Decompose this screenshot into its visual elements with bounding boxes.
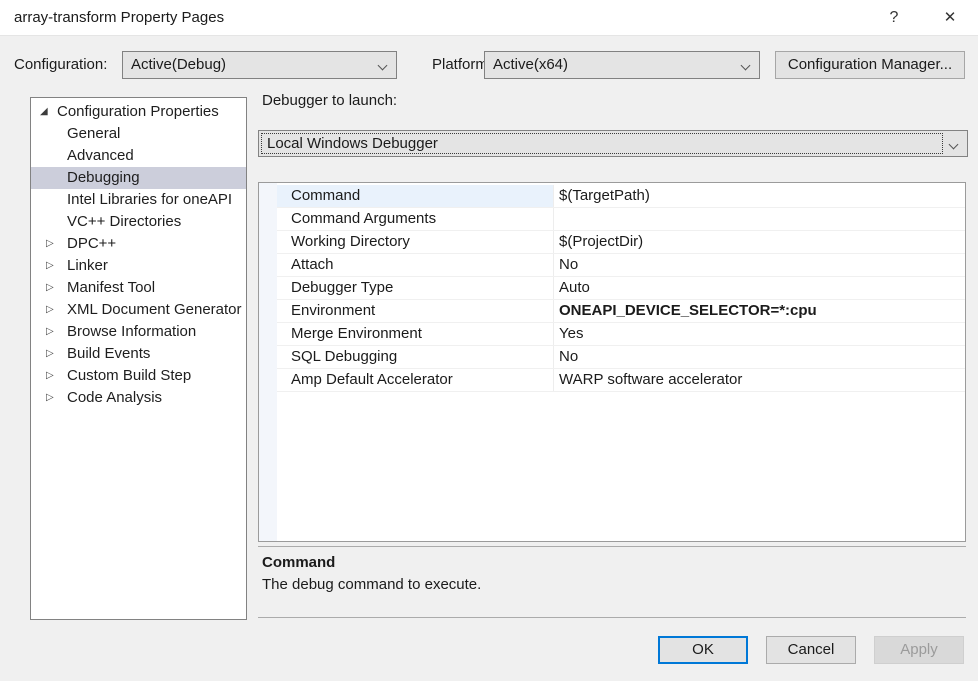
sidebar-item-label: Linker <box>67 255 108 277</box>
sidebar-item-label: Manifest Tool <box>67 277 155 299</box>
property-value[interactable]: ONEAPI_DEVICE_SELECTOR=*:cpu <box>555 300 965 322</box>
sidebar-item-label: Advanced <box>67 145 134 167</box>
configuration-dropdown-value: Active(Debug) <box>131 52 368 78</box>
sidebar-item-label: Build Events <box>67 343 150 365</box>
property-value[interactable] <box>555 208 965 230</box>
chevron-down-icon <box>949 140 959 150</box>
property-row-sql-debugging[interactable]: SQL Debugging No <box>277 346 965 369</box>
sidebar-item-configuration-properties[interactable]: ◢ Configuration Properties <box>31 101 246 123</box>
property-value[interactable]: $(ProjectDir) <box>555 231 965 253</box>
property-row-working-directory[interactable]: Working Directory $(ProjectDir) <box>277 231 965 254</box>
sidebar-item-label: General <box>67 123 120 145</box>
ok-button[interactable]: OK <box>658 636 748 664</box>
debugger-to-launch-label: Debugger to launch: <box>262 92 397 112</box>
sidebar-item-custom-build-step[interactable]: ▷ Custom Build Step <box>31 365 246 387</box>
sidebar-item-label: Configuration Properties <box>57 101 219 123</box>
property-row-merge-environment[interactable]: Merge Environment Yes <box>277 323 965 346</box>
property-name: Environment <box>277 300 554 322</box>
debugger-dropdown[interactable]: Local Windows Debugger <box>258 130 968 157</box>
property-grid-gutter <box>259 183 277 541</box>
property-name: SQL Debugging <box>277 346 554 368</box>
property-name: Debugger Type <box>277 277 554 299</box>
debugger-dropdown-value: Local Windows Debugger <box>267 131 939 156</box>
sidebar-item-browse-information[interactable]: ▷ Browse Information <box>31 321 246 343</box>
description-text: The debug command to execute. <box>262 576 481 593</box>
platform-dropdown-value: Active(x64) <box>493 52 731 78</box>
property-row-amp-default-accelerator[interactable]: Amp Default Accelerator WARP software ac… <box>277 369 965 392</box>
configuration-dropdown[interactable]: Active(Debug) <box>122 51 397 79</box>
sidebar-item-vcpp-directories[interactable]: VC++ Directories <box>31 211 246 233</box>
configuration-tree: ◢ Configuration Properties General Advan… <box>30 97 247 620</box>
sidebar-item-label: DPC++ <box>67 233 116 255</box>
property-pages-dialog: array-transform Property Pages ? ✕ Confi… <box>0 0 978 681</box>
property-row-environment[interactable]: Environment ONEAPI_DEVICE_SELECTOR=*:cpu <box>277 300 965 323</box>
collapsed-arrow-icon[interactable]: ▷ <box>46 387 54 409</box>
property-row-attach[interactable]: Attach No <box>277 254 965 277</box>
title-bar: array-transform Property Pages ? ✕ <box>0 0 978 36</box>
property-row-command-arguments[interactable]: Command Arguments <box>277 208 965 231</box>
sidebar-item-advanced[interactable]: Advanced <box>31 145 246 167</box>
sidebar-item-label: Intel Libraries for oneAPI <box>67 189 232 211</box>
sidebar-item-label: Code Analysis <box>67 387 162 409</box>
help-icon[interactable]: ? <box>874 0 914 36</box>
property-grid: Command $(TargetPath) Command Arguments … <box>258 182 966 542</box>
property-name: Attach <box>277 254 554 276</box>
configuration-label: Configuration: <box>14 51 107 79</box>
collapsed-arrow-icon[interactable]: ▷ <box>46 299 54 321</box>
property-name: Command Arguments <box>277 208 554 230</box>
property-value[interactable]: Auto <box>555 277 965 299</box>
property-row-command[interactable]: Command $(TargetPath) <box>277 185 965 208</box>
sidebar-item-xml-document-generator[interactable]: ▷ XML Document Generator <box>31 299 246 321</box>
platform-dropdown[interactable]: Active(x64) <box>484 51 760 79</box>
expanded-arrow-icon[interactable]: ◢ <box>40 101 48 123</box>
sidebar-item-label: Custom Build Step <box>67 365 191 387</box>
apply-button: Apply <box>874 636 964 664</box>
sidebar-item-code-analysis[interactable]: ▷ Code Analysis <box>31 387 246 409</box>
collapsed-arrow-icon[interactable]: ▷ <box>46 321 54 343</box>
property-name: Amp Default Accelerator <box>277 369 554 391</box>
property-name: Command <box>277 185 554 207</box>
sidebar-item-linker[interactable]: ▷ Linker <box>31 255 246 277</box>
sidebar-item-label: VC++ Directories <box>67 211 181 233</box>
sidebar-item-label: XML Document Generator <box>67 299 242 321</box>
description-title: Command <box>262 554 335 571</box>
sidebar-item-general[interactable]: General <box>31 123 246 145</box>
sidebar-item-dpcpp[interactable]: ▷ DPC++ <box>31 233 246 255</box>
sidebar-item-build-events[interactable]: ▷ Build Events <box>31 343 246 365</box>
property-name: Merge Environment <box>277 323 554 345</box>
close-icon[interactable]: ✕ <box>930 0 970 36</box>
platform-label: Platform: <box>432 51 492 79</box>
property-row-debugger-type[interactable]: Debugger Type Auto <box>277 277 965 300</box>
cancel-button[interactable]: Cancel <box>766 636 856 664</box>
collapsed-arrow-icon[interactable]: ▷ <box>46 365 54 387</box>
sidebar-item-label: Debugging <box>67 167 140 189</box>
chevron-down-icon <box>741 61 751 71</box>
property-value[interactable]: Yes <box>555 323 965 345</box>
property-value[interactable]: $(TargetPath) <box>555 185 965 207</box>
configuration-manager-button[interactable]: Configuration Manager... <box>775 51 965 79</box>
sidebar-item-debugging[interactable]: Debugging <box>31 167 246 189</box>
sidebar-item-manifest-tool[interactable]: ▷ Manifest Tool <box>31 277 246 299</box>
sidebar-item-intel-libraries-for-oneapi[interactable]: Intel Libraries for oneAPI <box>31 189 246 211</box>
collapsed-arrow-icon[interactable]: ▷ <box>46 233 54 255</box>
collapsed-arrow-icon[interactable]: ▷ <box>46 255 54 277</box>
property-value[interactable]: WARP software accelerator <box>555 369 965 391</box>
property-name: Working Directory <box>277 231 554 253</box>
collapsed-arrow-icon[interactable]: ▷ <box>46 277 54 299</box>
property-value[interactable]: No <box>555 254 965 276</box>
window-title: array-transform Property Pages <box>14 0 224 36</box>
collapsed-arrow-icon[interactable]: ▷ <box>46 343 54 365</box>
property-description-panel: Command The debug command to execute. <box>258 546 966 618</box>
property-value[interactable]: No <box>555 346 965 368</box>
sidebar-item-label: Browse Information <box>67 321 196 343</box>
chevron-down-icon <box>378 61 388 71</box>
